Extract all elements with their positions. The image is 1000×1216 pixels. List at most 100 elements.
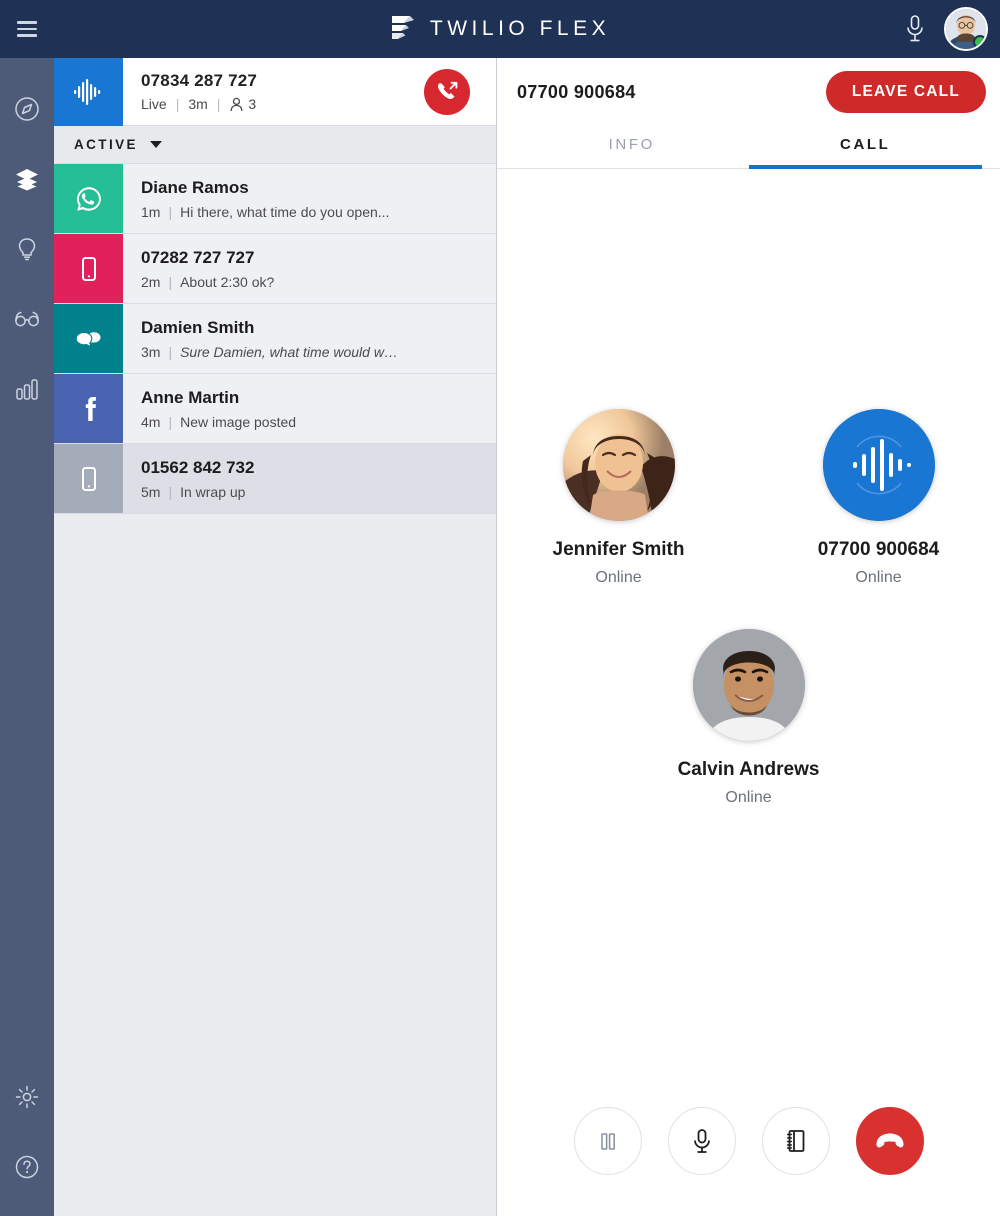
participants-row: Jennifer Smith Online 07700 900684 Onlin… [539, 409, 959, 587]
sidebar-item-monitoring[interactable] [0, 284, 54, 354]
twilio-flex-logo-icon [391, 16, 414, 39]
hamburger-bar [17, 34, 37, 37]
task-title: Damien Smith [141, 317, 255, 337]
sidebar-item-agent-desktop[interactable] [0, 74, 54, 144]
task-row[interactable]: Damien Smith 3m | Sure Damien, what time… [54, 304, 496, 374]
person-icon [230, 97, 243, 111]
tab-info[interactable]: INFO [515, 126, 749, 169]
task-channel-badge [54, 444, 123, 513]
participants-count: 3 [248, 96, 257, 112]
sidebar-item-tasks[interactable] [0, 144, 54, 214]
task-filter-dropdown[interactable]: ACTIVE [54, 126, 496, 164]
active-call-duration: 3m [188, 96, 208, 112]
sidebar-item-settings[interactable] [0, 1062, 54, 1132]
task-time: 2m [141, 273, 161, 290]
topbar-actions [904, 7, 1000, 51]
active-call-status: Live [141, 96, 167, 112]
sms-phone-icon [81, 466, 96, 491]
task-list-panel: 07834 287 727 Live | 3m | 3 ACTIVE Diane… [54, 57, 497, 1216]
microphone-icon[interactable] [904, 14, 926, 44]
task-message: About 2:30 ok? [180, 273, 275, 290]
main-body: 07834 287 727 Live | 3m | 3 ACTIVE Diane… [0, 57, 1000, 1216]
participant-card[interactable]: Jennifer Smith Online [539, 409, 699, 587]
hamburger-menu-icon[interactable] [0, 0, 54, 58]
task-channel-badge [54, 164, 123, 233]
lightbulb-icon [18, 238, 36, 261]
task-row[interactable]: Diane Ramos 1m | Hi there, what time do … [54, 164, 496, 234]
pause-icon [600, 1133, 615, 1150]
participant-status: Online [855, 569, 902, 586]
brand-title: TWILIO FLEX [429, 17, 611, 40]
mute-button[interactable] [667, 1107, 736, 1175]
glasses-icon [15, 311, 39, 327]
call-panel-tabs: INFO CALL [497, 126, 1000, 169]
task-time: 5m [141, 483, 161, 500]
layers-icon [16, 169, 38, 191]
task-separator: | [168, 273, 173, 290]
task-channel-badge [54, 374, 123, 443]
participant-card[interactable]: 07700 900684 Online [799, 409, 959, 587]
task-subtitle: 2m | About 2:30 ok? [141, 274, 496, 290]
call-participants: Jennifer Smith Online 07700 900684 Onlin… [497, 169, 1000, 1066]
task-row[interactable]: 01562 842 732 5m | In wrap up [54, 444, 496, 514]
participant-card[interactable]: Calvin Andrews Online [669, 629, 829, 807]
participant-status: Online [725, 789, 772, 806]
task-message: Hi there, what time do you open... [180, 203, 390, 220]
sidebar-item-insights[interactable] [0, 214, 54, 284]
directory-button[interactable] [761, 1107, 830, 1175]
top-bar: TWILIO FLEX [0, 0, 1000, 58]
directory-icon [786, 1130, 804, 1152]
chevron-down-icon [149, 141, 162, 148]
task-message: New image posted [180, 413, 297, 430]
nav-rail [0, 58, 54, 1216]
task-row[interactable]: 07282 727 727 2m | About 2:30 ok? [54, 234, 496, 304]
twilio-flex-app: TWILIO FLEX 07834 287 727 Live | 3m | 3 … [0, 0, 1000, 1216]
task-separator: | [168, 343, 173, 360]
task-row[interactable]: Anne Martin 4m | New image posted [54, 374, 496, 444]
voice-waveform-avatar [822, 409, 935, 521]
agent-avatar[interactable] [944, 7, 988, 51]
participant-status: Online [595, 569, 642, 586]
participant-name: 07700 900684 [817, 539, 940, 560]
voice-waveform-icon [822, 409, 935, 521]
task-content: Damien Smith 3m | Sure Damien, what time… [123, 304, 496, 373]
hamburger-bar [17, 27, 37, 31]
task-separator: | [168, 413, 173, 430]
task-title: 07282 727 727 [141, 247, 255, 267]
bar-chart-icon [16, 379, 38, 400]
hold-button[interactable] [573, 1107, 642, 1175]
outbound-call-button[interactable] [424, 68, 470, 115]
task-content: 01562 842 732 5m | In wrap up [123, 444, 496, 513]
participants-row: Calvin Andrews Online [669, 629, 829, 807]
tab-call[interactable]: CALL [748, 126, 982, 169]
task-subtitle: 3m | Sure Damien, what time would w… [141, 344, 496, 360]
leave-call-button[interactable]: LEAVE CALL [825, 71, 986, 113]
sidebar-item-help[interactable] [0, 1132, 54, 1202]
task-filter-label: ACTIVE [74, 137, 138, 152]
hangup-button[interactable] [855, 1107, 924, 1175]
call-panel: 07700 900684 LEAVE CALL INFO CALL Jennif… [497, 58, 1000, 1216]
help-circle-icon [15, 1155, 39, 1179]
chat-bubbles-icon [75, 331, 100, 348]
task-channel-badge [54, 234, 123, 303]
agent-avatar-image [692, 629, 805, 741]
task-subtitle: 4m | New image posted [141, 414, 496, 430]
participant-name: Jennifer Smith [552, 539, 685, 560]
task-title: 01562 842 732 [141, 457, 255, 477]
facebook-icon [85, 396, 96, 421]
active-call-title: 07834 287 727 [141, 71, 258, 90]
microphone-icon [693, 1129, 710, 1153]
meta-separator: | [216, 96, 221, 112]
task-channel-badge [54, 304, 123, 373]
task-message: Sure Damien, what time would w… [180, 343, 398, 360]
call-panel-header: 07700 900684 LEAVE CALL [497, 58, 1000, 126]
active-call-channel-badge [54, 57, 123, 126]
active-call-info: 07834 287 727 Live | 3m | 3 [123, 71, 424, 112]
active-call-strip[interactable]: 07834 287 727 Live | 3m | 3 [54, 57, 496, 126]
agent-photo-avatar [692, 629, 805, 741]
call-controls [497, 1066, 1000, 1216]
outbound-call-icon [437, 81, 458, 99]
task-subtitle: 1m | Hi there, what time do you open... [141, 204, 496, 220]
sidebar-item-analytics[interactable] [0, 354, 54, 424]
customer-avatar-image [562, 409, 675, 521]
